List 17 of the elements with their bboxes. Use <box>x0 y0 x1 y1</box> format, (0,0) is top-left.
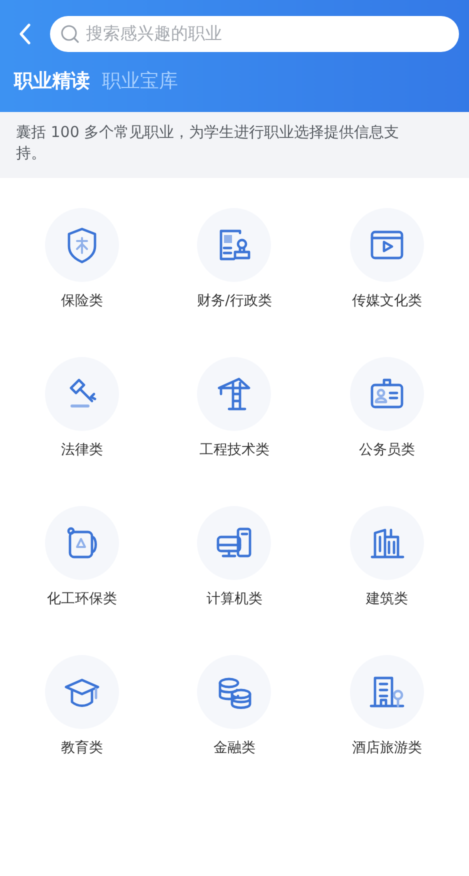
category-item[interactable]: 法律类 <box>6 357 158 459</box>
category-item[interactable]: 金融类 <box>158 655 311 757</box>
category-item[interactable]: 教育类 <box>6 655 158 757</box>
category-item[interactable]: 化工环保类 <box>6 506 158 608</box>
category-item[interactable]: 工程技术类 <box>158 357 311 459</box>
category-item[interactable]: 传媒文化类 <box>310 208 463 310</box>
category-item[interactable]: 建筑类 <box>310 506 463 608</box>
category-item[interactable]: 计算机类 <box>158 506 311 608</box>
search-icon <box>60 24 80 44</box>
search-bar[interactable]: 搜索感兴趣的职业 <box>50 16 459 52</box>
category-item[interactable]: 保险类 <box>6 208 158 310</box>
category-item[interactable]: 财务/行政类 <box>158 208 311 310</box>
category-item[interactable]: 酒店旅游类 <box>310 655 463 757</box>
chevron-left-icon <box>18 23 32 45</box>
search-field[interactable]: 搜索感兴趣的职业 <box>84 23 449 45</box>
description-text: 囊括 100 多个常见职业，为学生进行职业选择提供信息支持。 <box>16 122 400 164</box>
category-item[interactable]: 公务员类 <box>310 357 463 459</box>
